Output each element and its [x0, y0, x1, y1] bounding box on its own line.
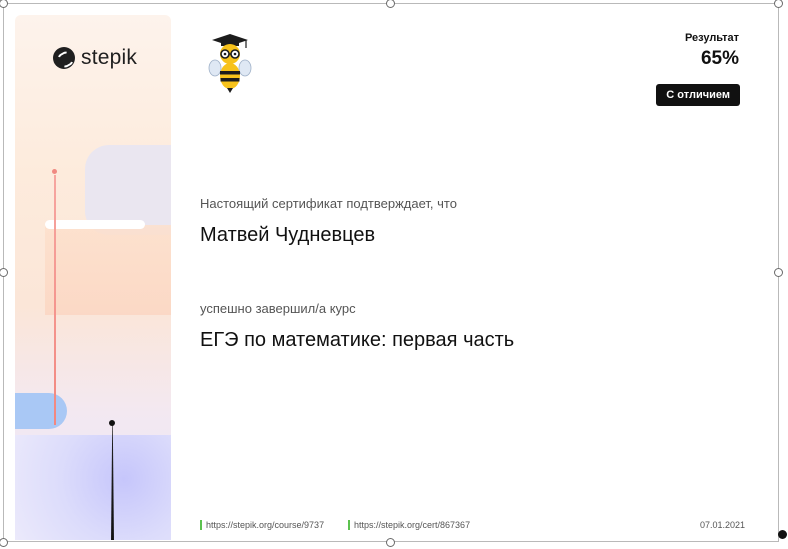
resize-handle-bottom[interactable] — [386, 538, 395, 547]
document-canvas: stepik Результат 65% С отличием Настоящи… — [0, 0, 788, 549]
picture-selection-frame — [3, 3, 779, 542]
resize-handle-top-right[interactable] — [774, 0, 783, 8]
corner-handle-bottom-right[interactable] — [778, 530, 787, 539]
resize-handle-bottom-left[interactable] — [0, 538, 8, 547]
resize-handle-right[interactable] — [774, 268, 783, 277]
